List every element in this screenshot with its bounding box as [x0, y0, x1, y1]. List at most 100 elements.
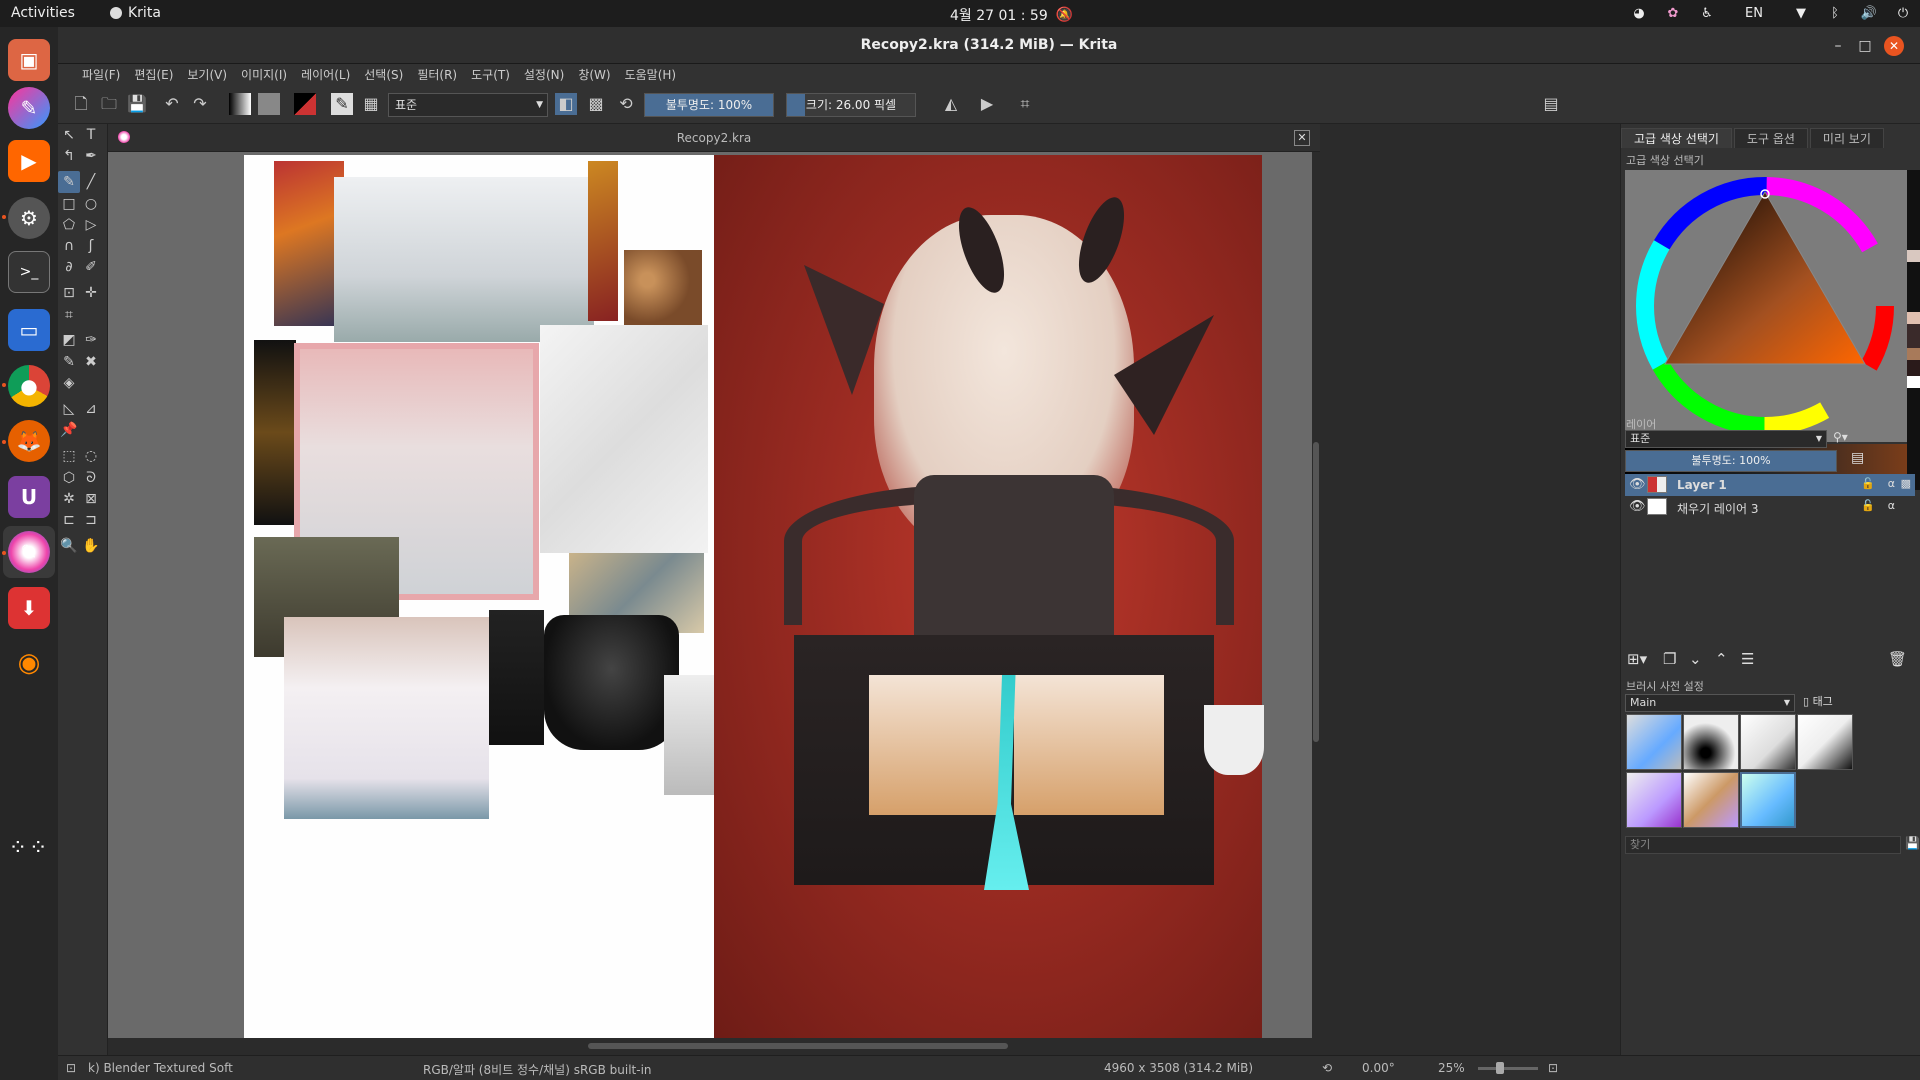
- menu-select[interactable]: 선택(S): [364, 66, 403, 83]
- move-layer-down-icon[interactable]: ⌄: [1689, 650, 1702, 668]
- layer-lock-icon[interactable]: 🔓: [1861, 499, 1875, 512]
- show-applications-icon[interactable]: ⁘⁘: [8, 827, 50, 869]
- close-document-icon[interactable]: ✕: [1294, 130, 1310, 146]
- eraser-mode-icon[interactable]: ◧: [555, 93, 577, 115]
- dock-blender-icon[interactable]: ◉: [8, 642, 50, 684]
- dock-settings-icon[interactable]: ⚙: [8, 197, 50, 239]
- calligraphy-tool-icon[interactable]: ✒: [80, 145, 102, 167]
- freehand-selection-tool-icon[interactable]: ᘐ: [80, 467, 102, 489]
- duplicate-layer-icon[interactable]: ❐: [1663, 650, 1676, 668]
- vertical-scrollbar-thumb[interactable]: [1313, 442, 1319, 742]
- layer-alpha-lock-icon[interactable]: α: [1888, 499, 1895, 512]
- layer-blend-mode-select[interactable]: 표준 ▼: [1625, 430, 1827, 448]
- gradient-selector-icon[interactable]: [229, 93, 251, 115]
- menu-filter[interactable]: 필터(R): [417, 66, 457, 83]
- color-picker-tray-icon[interactable]: ✿: [1656, 6, 1690, 21]
- tray-app-icon[interactable]: ◕: [1622, 6, 1656, 21]
- undo-icon[interactable]: ↶: [161, 93, 183, 115]
- layer-properties-icon[interactable]: ☰: [1741, 650, 1754, 668]
- edit-shapes-tool-icon[interactable]: ↰: [58, 145, 80, 167]
- polyline-tool-icon[interactable]: ▷: [80, 214, 102, 236]
- brush-preset-bristle[interactable]: [1683, 772, 1739, 828]
- colorize-mask-tool-icon[interactable]: ✎: [58, 351, 80, 373]
- save-icon[interactable]: 💾: [126, 93, 148, 115]
- layer-alpha-lock-icon[interactable]: α: [1888, 477, 1895, 490]
- layer-visibility-eye-icon[interactable]: 👁: [1629, 477, 1646, 492]
- palette-swatch[interactable]: [1907, 348, 1920, 360]
- dock-firefox-icon[interactable]: 🦊: [8, 420, 50, 462]
- horizontal-scrollbar[interactable]: [108, 1038, 1320, 1055]
- vertical-scrollbar[interactable]: [1312, 152, 1320, 1038]
- menu-layer[interactable]: 레이어(L): [301, 66, 350, 83]
- clock[interactable]: 4월 27 01 : 59 🔕: [950, 5, 1073, 25]
- move-layer-up-icon[interactable]: ⌃: [1715, 650, 1728, 668]
- menu-window[interactable]: 창(W): [578, 66, 610, 83]
- palette-swatch[interactable]: [1907, 360, 1920, 376]
- dock-krita-like-icon[interactable]: ✎: [8, 87, 50, 129]
- dock-photo-app-icon[interactable]: ▣: [8, 39, 50, 81]
- window-title-bar[interactable]: Recopy2.kra (314.2 MiB) — Krita – □ ✕: [58, 27, 1920, 64]
- canvas[interactable]: [108, 152, 1312, 1038]
- color-selector[interactable]: [1625, 170, 1907, 442]
- smart-patch-tool-icon[interactable]: ✖: [80, 351, 102, 373]
- dock-krita-icon[interactable]: ✎: [8, 531, 50, 573]
- tab-overview[interactable]: 미리 보기: [1809, 128, 1884, 148]
- brush-preset-ink[interactable]: [1797, 714, 1853, 770]
- layer-row-layer-1[interactable]: 👁 Layer 1 🔓 α ▩: [1625, 474, 1915, 496]
- brush-preset-blender-textured-soft[interactable]: [1740, 772, 1796, 828]
- palette-swatch[interactable]: [1907, 170, 1920, 250]
- zoom-fit-icon[interactable]: ⊡: [1548, 1061, 1558, 1075]
- dock-ubuntu-software-icon[interactable]: U: [8, 476, 50, 518]
- menu-tools[interactable]: 도구(T): [471, 66, 510, 83]
- menu-edit[interactable]: 편집(E): [134, 66, 173, 83]
- menu-settings[interactable]: 설정(N): [524, 66, 564, 83]
- reload-preset-icon[interactable]: ⟲: [615, 93, 637, 115]
- rotation-icon[interactable]: ⟲: [1322, 1061, 1332, 1075]
- bezier-curve-tool-icon[interactable]: ∩: [58, 235, 80, 257]
- color-history-palette[interactable]: [1907, 170, 1920, 490]
- freehand-brush-tool-icon[interactable]: ✎: [58, 171, 80, 193]
- ellipse-tool-icon[interactable]: ○: [80, 193, 102, 215]
- palette-swatch[interactable]: [1907, 262, 1920, 312]
- power-icon[interactable]: ⏻: [1886, 6, 1920, 21]
- elliptical-selection-tool-icon[interactable]: ◌: [80, 445, 102, 467]
- brush-preset-eraser[interactable]: [1626, 714, 1682, 770]
- reference-images-tool-icon[interactable]: 📌: [58, 419, 80, 441]
- delete-layer-icon[interactable]: 🗑: [1888, 650, 1907, 668]
- brush-preset-icon[interactable]: ✎: [331, 93, 353, 115]
- similar-color-selection-tool-icon[interactable]: ⊠: [80, 488, 102, 510]
- fill-tool-icon[interactable]: ◈: [58, 372, 80, 394]
- horizontal-scrollbar-thumb[interactable]: [588, 1043, 1008, 1049]
- select-shapes-tool-icon[interactable]: ↖: [58, 124, 80, 146]
- multibrush-tool-icon[interactable]: ✐: [80, 256, 102, 278]
- rectangle-tool-icon[interactable]: □: [58, 193, 80, 215]
- rectangular-selection-tool-icon[interactable]: ⬚: [58, 445, 80, 467]
- layer-opacity-slider[interactable]: 불투명도: 100%: [1625, 450, 1837, 472]
- layer-visibility-eye-icon[interactable]: 👁: [1629, 499, 1646, 514]
- zoom-slider[interactable]: [1478, 1062, 1538, 1074]
- line-tool-icon[interactable]: ╱: [80, 171, 102, 193]
- activities-button[interactable]: Activities: [11, 5, 75, 21]
- input-language[interactable]: EN: [1724, 6, 1784, 21]
- docker-toggle-icon[interactable]: ▤: [1540, 93, 1562, 115]
- measure-tool-icon[interactable]: ◺: [58, 398, 80, 420]
- app-menu[interactable]: Krita: [110, 5, 161, 21]
- document-tab-title[interactable]: Recopy2.kra: [108, 131, 1320, 145]
- fg-bg-color-icon[interactable]: [294, 93, 316, 115]
- brush-preset-wet-purple[interactable]: [1626, 772, 1682, 828]
- palette-swatch[interactable]: [1907, 250, 1920, 262]
- assistant-tool-icon[interactable]: ⊿: [80, 398, 102, 420]
- volume-icon[interactable]: 🔊: [1852, 6, 1886, 21]
- layer-row-fill-layer-3[interactable]: 👁 채우기 레이어 3 🔓 α: [1625, 496, 1915, 518]
- brush-preset-pencil[interactable]: [1740, 714, 1796, 770]
- tab-advanced-color-selector[interactable]: 고급 색상 선택기: [1621, 128, 1732, 148]
- palette-swatch[interactable]: [1907, 324, 1920, 348]
- menu-help[interactable]: 도움말(H): [625, 66, 677, 83]
- workspace-icon[interactable]: ▦: [360, 93, 382, 115]
- bluetooth-icon[interactable]: ᛒ: [1818, 6, 1852, 21]
- zoom-slider-handle[interactable]: [1496, 1062, 1504, 1074]
- color-wheel[interactable]: [1625, 170, 1907, 442]
- open-document-icon[interactable]: 🗀: [98, 93, 120, 115]
- crop-tool-icon[interactable]: ⌗: [58, 304, 80, 326]
- brush-search-input[interactable]: 찾기: [1625, 836, 1901, 854]
